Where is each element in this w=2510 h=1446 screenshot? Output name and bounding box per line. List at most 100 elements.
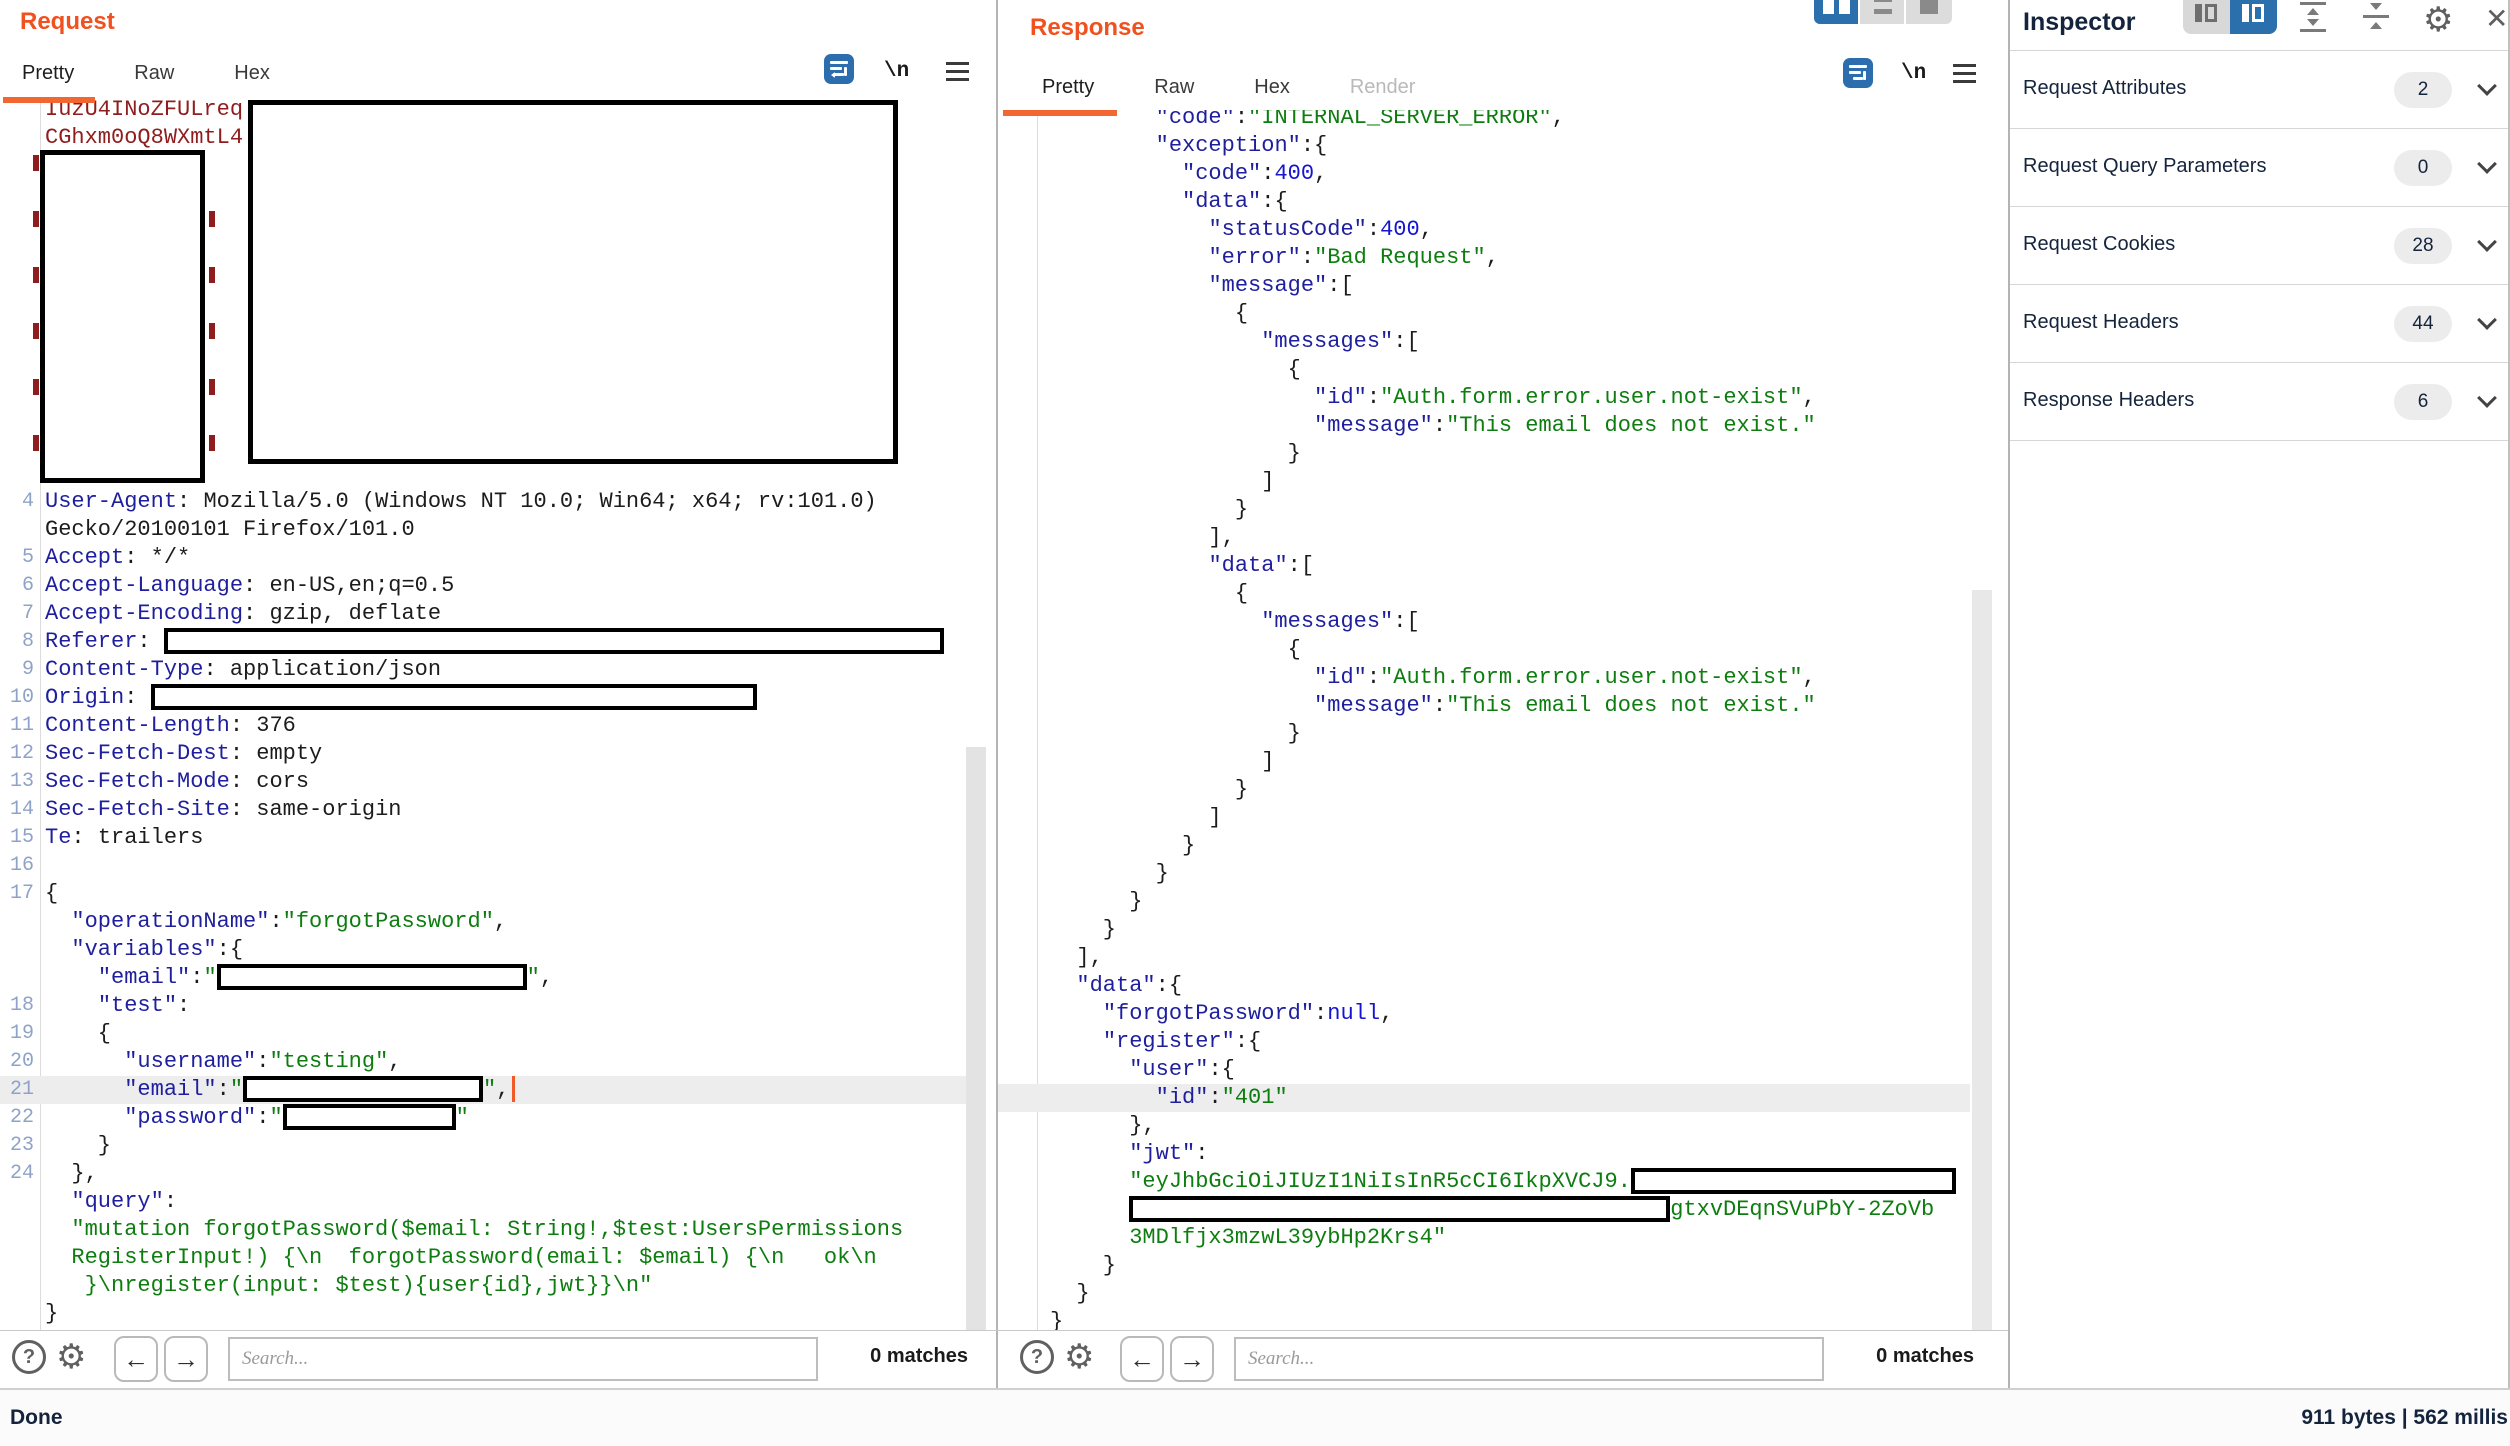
inspector-view-toggle <box>2183 0 2277 34</box>
redaction-box <box>164 628 944 654</box>
request-search-input[interactable] <box>228 1337 818 1381</box>
redaction-box <box>1631 1168 1956 1194</box>
inspector-section-request-headers[interactable]: Request Headers44 <box>2010 285 2510 363</box>
code-line: ] <box>998 748 2008 776</box>
line-number: 19 <box>0 1020 34 1048</box>
line-number: 23 <box>0 1132 34 1160</box>
code-line: } <box>998 440 2008 468</box>
code-line: "jwt": <box>998 1140 2008 1168</box>
next-match-button[interactable]: → <box>1170 1336 1214 1382</box>
layout-columns-button[interactable] <box>1814 0 1860 24</box>
inspector-section-request-attributes[interactable]: Request Attributes2 <box>2010 51 2510 129</box>
redacted-text-fragment <box>209 379 215 395</box>
code-line: "message":"This email does not exist." <box>998 412 2008 440</box>
request-scrollbar[interactable] <box>966 747 986 1330</box>
code-line: 5Accept: */* <box>0 544 996 572</box>
code-line: "email":"", <box>0 964 996 992</box>
close-icon[interactable]: ✕ <box>2485 2 2508 35</box>
section-count-badge: 28 <box>2394 228 2452 264</box>
response-searchbar: ? ⚙ ← → 0 matches <box>998 1330 2008 1388</box>
line-number: 13 <box>0 768 34 796</box>
response-panel: "code":"INTERNAL_SERVER_ERROR", "excepti… <box>998 0 2008 1388</box>
inspector-view-right-button[interactable] <box>2230 0 2277 34</box>
help-icon[interactable]: ? <box>1020 1340 1054 1374</box>
section-label: Request Cookies <box>2023 233 2175 256</box>
code-line: { <box>998 300 2008 328</box>
chevron-down-icon[interactable] <box>2477 232 2497 252</box>
code-line: "statusCode":400, <box>998 216 2008 244</box>
redacted-text-fragment <box>33 435 39 451</box>
line-number: 22 <box>0 1104 34 1132</box>
code-line: { <box>998 580 2008 608</box>
tab-pretty[interactable]: Pretty <box>1042 76 1094 99</box>
response-tabbar: PrettyRawHexRender <box>998 76 1415 99</box>
layout-single-button[interactable] <box>1906 0 1952 24</box>
request-editor[interactable]: IuzU4INoZFULreqCGhxm0oQ8WXmtL44User-Agen… <box>0 0 996 1330</box>
code-line: 8Referer: <box>0 628 996 656</box>
line-number: 12 <box>0 740 34 768</box>
response-match-count: 0 matches <box>1864 1345 1974 1368</box>
code-line: 10Origin: <box>0 684 996 712</box>
line-number: 16 <box>0 852 34 880</box>
code-line: } <box>998 776 2008 804</box>
status-bar: Done 911 bytes | 562 millis <box>0 1388 2510 1446</box>
redaction-box <box>1129 1196 1670 1222</box>
code-line: } <box>0 1300 996 1328</box>
word-wrap-icon[interactable] <box>1843 58 1873 88</box>
previous-match-button[interactable]: ← <box>114 1336 158 1382</box>
inspector-sections: Request Attributes2Request Query Paramet… <box>2010 50 2510 441</box>
chevron-down-icon[interactable] <box>2477 388 2497 408</box>
redacted-text-fragment <box>209 323 215 339</box>
redaction-box <box>243 1076 483 1102</box>
tab-raw[interactable]: Raw <box>1154 76 1194 99</box>
newline-toggle-icon[interactable]: \n <box>884 60 909 83</box>
chevron-down-icon[interactable] <box>2477 310 2497 330</box>
code-line: 12Sec-Fetch-Dest: empty <box>0 740 996 768</box>
inspector-section-response-headers[interactable]: Response Headers6 <box>2010 363 2510 441</box>
code-line: "exception":{ <box>998 132 2008 160</box>
code-line: 4User-Agent: Mozilla/5.0 (Windows NT 10.… <box>0 488 996 516</box>
request-match-count: 0 matches <box>858 1345 968 1368</box>
line-number: 24 <box>0 1160 34 1188</box>
response-scrollbar[interactable] <box>1972 590 1992 1330</box>
section-count-badge: 0 <box>2394 150 2452 186</box>
section-label: Request Query Parameters <box>2023 155 2266 178</box>
previous-match-button[interactable]: ← <box>1120 1336 1164 1382</box>
tab-hex[interactable]: Hex <box>1254 76 1290 99</box>
menu-icon[interactable] <box>1953 64 1976 67</box>
inspector-settings-gear-icon[interactable]: ⚙ <box>2423 0 2453 40</box>
code-line: "variables":{ <box>0 936 996 964</box>
chevron-down-icon[interactable] <box>2477 154 2497 174</box>
expand-all-icon[interactable] <box>2300 2 2326 32</box>
word-wrap-icon[interactable] <box>824 54 854 84</box>
menu-icon[interactable] <box>946 62 969 65</box>
collapse-all-icon[interactable] <box>2363 2 2389 32</box>
redacted-text-fragment <box>33 155 39 171</box>
line-number: 15 <box>0 824 34 852</box>
text-caret <box>512 1076 515 1102</box>
code-line: 3MDlfjx3mzwL39ybHp2Krs4" <box>998 1224 2008 1252</box>
code-line: 15Te: trailers <box>0 824 996 852</box>
search-settings-gear-icon[interactable]: ⚙ <box>56 1340 86 1374</box>
code-line: } <box>998 888 2008 916</box>
next-match-button[interactable]: → <box>164 1336 208 1382</box>
response-editor[interactable]: "code":"INTERNAL_SERVER_ERROR", "excepti… <box>998 0 2008 1330</box>
divider <box>0 1330 2008 1331</box>
code-line: } <box>998 860 2008 888</box>
code-line: "id":"Auth.form.error.user.not-exist", <box>998 664 2008 692</box>
inspector-section-request-cookies[interactable]: Request Cookies 28 <box>2010 207 2510 285</box>
response-title: Response <box>1030 14 1145 42</box>
inspector-view-left-button[interactable] <box>2183 0 2230 34</box>
response-search-input[interactable] <box>1234 1337 1824 1381</box>
tab-hex[interactable]: Hex <box>234 62 270 85</box>
tab-raw[interactable]: Raw <box>134 62 174 85</box>
redaction-box <box>151 684 757 710</box>
tab-pretty[interactable]: Pretty <box>22 62 74 85</box>
layout-rows-button[interactable] <box>1860 0 1906 24</box>
inspector-section-request-query-parameters[interactable]: Request Query Parameters 0 <box>2010 129 2510 207</box>
inspector-panel: Inspector ⚙ ✕ Request Attributes2Request… <box>2010 0 2510 1388</box>
newline-toggle-icon[interactable]: \n <box>1901 62 1926 85</box>
help-icon[interactable]: ? <box>12 1340 46 1374</box>
search-settings-gear-icon[interactable]: ⚙ <box>1064 1340 1094 1374</box>
chevron-down-icon[interactable] <box>2477 76 2497 96</box>
